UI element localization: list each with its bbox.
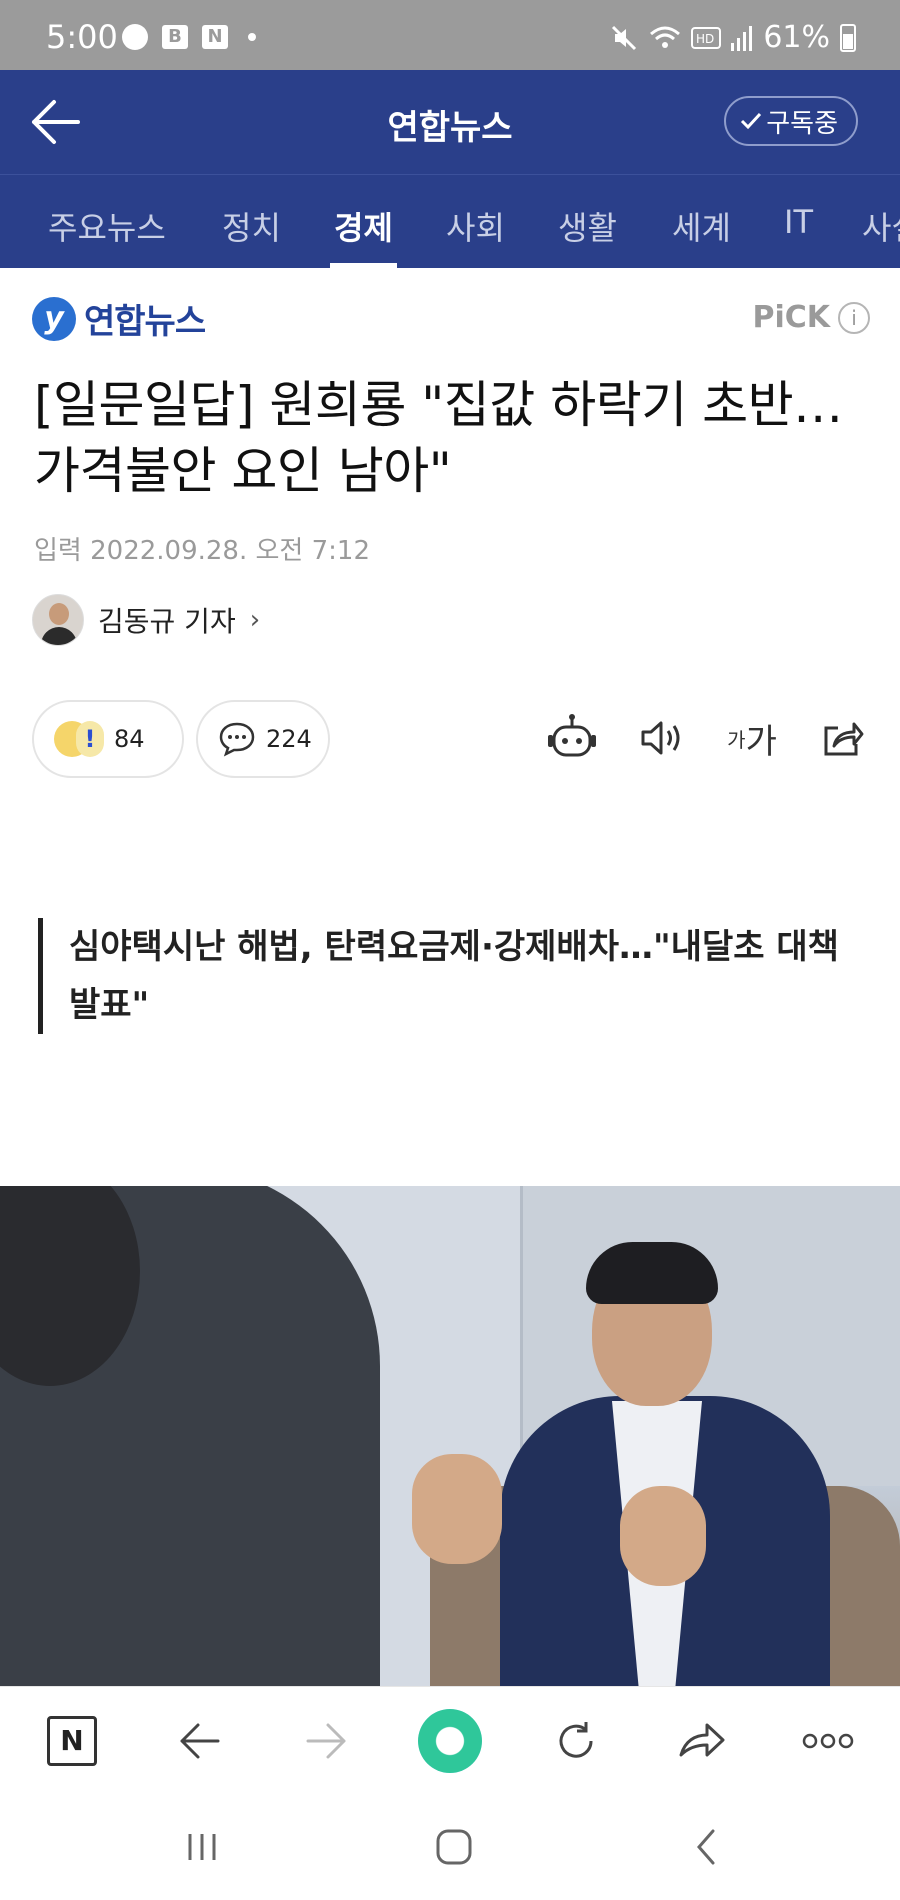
reporter-name: 김동규 기자 (98, 605, 236, 638)
yonhap-logo-icon: y (32, 296, 76, 341)
reaction-count: 84 (114, 725, 145, 753)
chat-notification-icon (122, 24, 148, 50)
article-subheadline: 심야택시난 해법, 탄력요금제·강제배차…"내달초 대책발표" (38, 918, 858, 1034)
home-button[interactable] (424, 1822, 484, 1872)
recent-apps-button[interactable] (172, 1822, 232, 1872)
green-dot-icon (418, 1709, 482, 1773)
system-icons: HD 61% (609, 20, 856, 55)
home-icon (436, 1829, 472, 1865)
article-photo[interactable] (0, 1186, 900, 1686)
naver-n-icon: N (47, 1716, 97, 1766)
green-dot-button[interactable] (416, 1707, 484, 1775)
tab-society[interactable]: 사회 (446, 203, 505, 249)
font-large-label: 가 (745, 721, 777, 762)
battery-icon (840, 23, 856, 52)
pick-badge[interactable]: PiCK i (752, 300, 870, 335)
chevron-right-icon: › (249, 605, 261, 635)
app-header: 연합뉴스 구독중 (0, 70, 900, 174)
reaction-emoji-icon: ! (54, 721, 104, 757)
system-back-button[interactable] (676, 1822, 736, 1872)
hd-icon: HD (691, 26, 722, 49)
info-icon[interactable]: i (838, 301, 870, 334)
tab-it[interactable]: IT (784, 203, 813, 241)
tab-main-news[interactable]: 주요뉴스 (48, 203, 166, 249)
speaker-icon (641, 721, 680, 755)
tab-world[interactable]: 세계 (672, 203, 731, 249)
arrow-left-icon (180, 1723, 220, 1759)
svg-text:HD: HD (696, 32, 714, 46)
font-size-button[interactable]: 가가 (724, 708, 780, 768)
article-headline: [일문일답] 원희룡 "집값 하락기 초반…가격불안 요인 남아" (34, 376, 843, 500)
status-time: 5:00 (46, 18, 118, 56)
font-small-label: 가 (727, 727, 746, 752)
share-arrow-icon (679, 1723, 725, 1757)
b-notification-icon: B (162, 25, 188, 49)
battery-percent: 61% (763, 20, 830, 55)
refresh-icon (559, 1722, 593, 1758)
comment-button[interactable]: 224 (196, 700, 330, 778)
browser-share-button[interactable] (674, 1713, 730, 1769)
n-notification-icon: N (202, 25, 228, 49)
comment-icon (219, 722, 255, 757)
summary-bot-button[interactable] (544, 708, 600, 768)
article-tools: 가가 (544, 708, 870, 768)
press-name: 연합뉴스 (84, 302, 206, 342)
share-button[interactable] (814, 708, 870, 768)
signal-icon (731, 25, 753, 51)
tab-editorial[interactable]: 사설 (862, 203, 900, 249)
reporter-avatar (32, 594, 84, 646)
reaction-button[interactable]: ! 84 (32, 700, 184, 778)
system-nav-bar (0, 1792, 900, 1900)
naver-home-button[interactable]: N (44, 1713, 100, 1769)
notification-icons: B N (122, 24, 256, 50)
article-date: 입력 2022.09.28. 오전 7:12 (34, 536, 370, 566)
browser-back-button[interactable] (172, 1713, 228, 1769)
share-icon (824, 722, 864, 756)
check-icon (741, 112, 762, 130)
subscribe-label: 구독중 (766, 108, 838, 139)
browser-forward-button[interactable] (298, 1713, 354, 1769)
mute-icon (612, 25, 637, 50)
tab-economy[interactable]: 경제 (330, 203, 397, 268)
more-notifications-icon (248, 33, 256, 41)
more-dots-icon (802, 1733, 854, 1749)
tts-button[interactable] (634, 708, 690, 768)
reporter-link[interactable]: 김동규 기자 › (32, 594, 260, 646)
tab-life[interactable]: 생활 (558, 203, 617, 249)
more-menu-button[interactable] (800, 1713, 856, 1769)
browser-toolbar: N (0, 1686, 900, 1792)
surprise-emoji-icon: ! (76, 721, 104, 757)
pick-label: PiCK (752, 300, 830, 335)
status-bar: 5:00 B N HD 61% (0, 0, 900, 70)
chevron-left-icon (697, 1829, 715, 1865)
refresh-button[interactable] (548, 1713, 604, 1769)
wifi-icon (650, 26, 681, 48)
subheadline-text: 심야택시난 해법, 탄력요금제·강제배차…"내달초 대책발표" (69, 927, 839, 1025)
recent-apps-icon (188, 1834, 216, 1860)
press-logo[interactable]: y 연합뉴스 (32, 294, 206, 343)
speaker-hair (586, 1242, 718, 1304)
speaker-hand (412, 1454, 502, 1564)
comment-count: 224 (266, 725, 312, 753)
speaker-hand (620, 1486, 706, 1586)
arrow-right-icon (306, 1723, 346, 1759)
category-tabs: 주요뉴스 정치 경제 사회 생활 세계 IT 사설 (0, 174, 900, 268)
tab-politics[interactable]: 정치 (222, 203, 281, 249)
robot-icon (548, 714, 596, 757)
subscribe-button[interactable]: 구독중 (724, 96, 858, 146)
